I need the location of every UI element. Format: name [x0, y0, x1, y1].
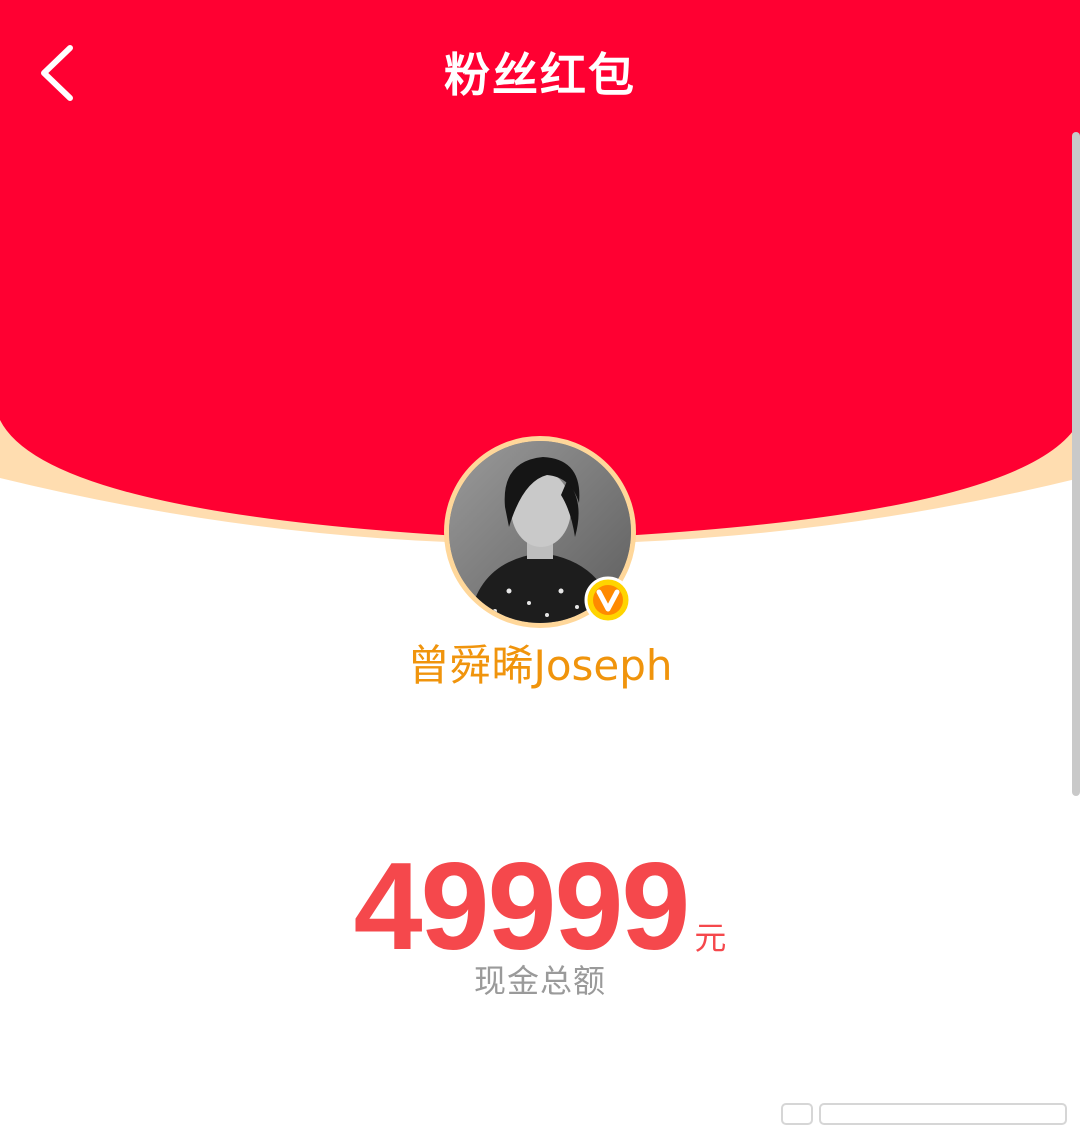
- page-title: 粉丝红包: [444, 48, 636, 102]
- amount-row: 49999 元: [0, 842, 1080, 972]
- amount-caption: 现金总额: [473, 962, 606, 1000]
- avatar-container[interactable]: [444, 436, 636, 628]
- nav-gesture-icon: [781, 1103, 1067, 1125]
- amount-unit: 元: [694, 919, 727, 957]
- user-name[interactable]: 曾舜晞Joseph: [0, 636, 1080, 696]
- amount-value: 49999: [353, 838, 691, 976]
- red-packet-page: 粉丝红包 曾舜晞Joseph 49999 元 现金总额: [0, 0, 1080, 1137]
- verified-badge-icon: [584, 576, 632, 624]
- scrollbar[interactable]: [1072, 132, 1080, 796]
